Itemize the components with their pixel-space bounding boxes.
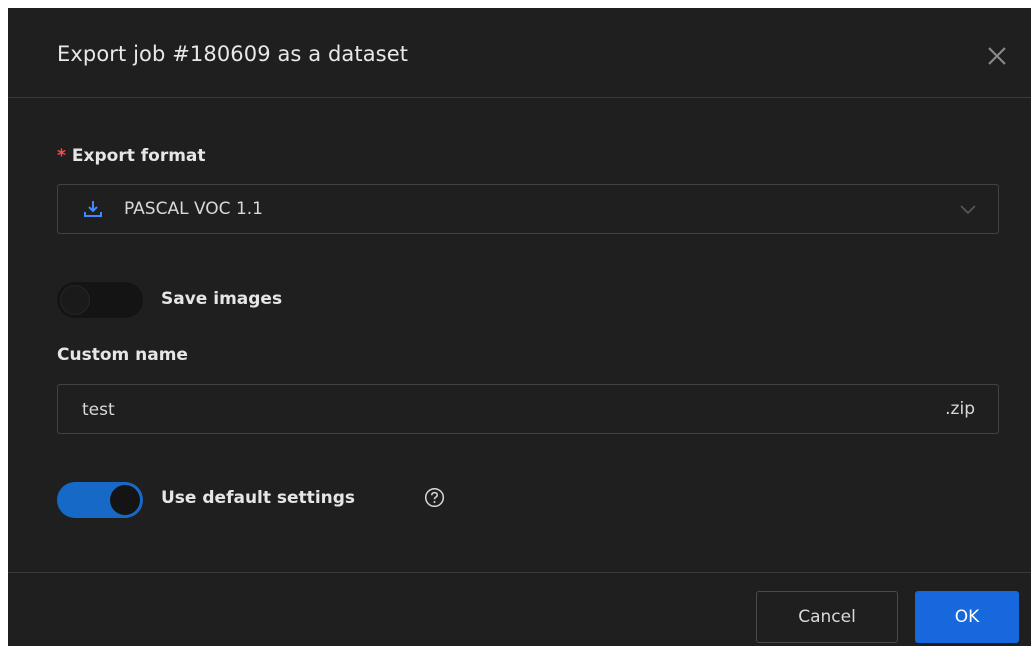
required-mark: * [57, 146, 66, 166]
left-edge [0, 8, 8, 646]
custom-name-field[interactable]: .zip [57, 384, 999, 434]
custom-name-input[interactable] [82, 397, 882, 423]
dialog-title: Export job #180609 as a dataset [57, 42, 409, 66]
export-format-value: PASCAL VOC 1.1 [124, 199, 263, 219]
custom-name-label: Custom name [57, 345, 188, 365]
switch-knob [60, 285, 90, 315]
save-images-label: Save images [161, 289, 283, 309]
export-format-select[interactable]: PASCAL VOC 1.1 [57, 184, 999, 234]
cancel-button[interactable]: Cancel [756, 591, 898, 643]
default-settings-switch[interactable] [57, 482, 143, 518]
close-icon [988, 47, 1006, 65]
question-circle-icon[interactable] [424, 487, 445, 508]
zip-suffix: .zip [945, 399, 975, 419]
export-dialog: Export job #180609 as a dataset * Export … [8, 8, 1031, 646]
export-format-label: * Export format [57, 146, 206, 166]
ok-button[interactable]: OK [915, 591, 1019, 643]
dialog-footer: Cancel OK [8, 572, 1031, 647]
switch-knob [110, 485, 140, 515]
default-settings-label: Use default settings [161, 488, 356, 508]
chevron-down-icon [960, 205, 976, 215]
export-format-label-text: Export format [71, 146, 206, 166]
save-images-switch[interactable] [57, 282, 143, 318]
download-icon [84, 201, 102, 217]
close-button[interactable] [983, 40, 1013, 70]
dialog-header: Export job #180609 as a dataset [8, 8, 1031, 98]
